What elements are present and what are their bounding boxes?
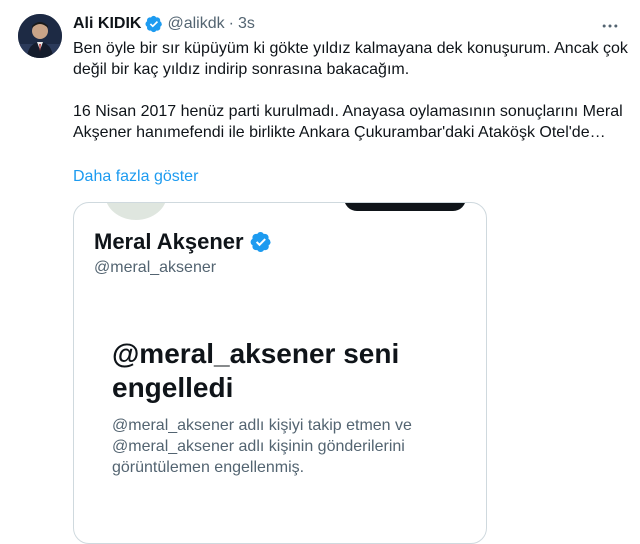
author-name[interactable]: Ali KIDIK	[73, 15, 141, 33]
separator-dot: ·	[228, 15, 234, 32]
tweet-timestamp[interactable]: 3s	[238, 15, 255, 33]
more-options-icon	[602, 24, 618, 28]
blocked-title: @meral_aksener seni engelledi	[112, 338, 400, 403]
tweet-text: Ben öyle bir sır küpüyüm ki gökte yıldız…	[73, 38, 628, 143]
author-avatar[interactable]	[18, 14, 62, 58]
profile-handle: @meral_aksener	[94, 259, 217, 276]
tweet-header: Ali KIDIK @alikdk · 3s	[73, 13, 255, 35]
profile-action-button	[344, 203, 466, 211]
author-avatar-image	[18, 14, 62, 58]
profile-avatar	[102, 203, 170, 223]
tweet-paragraph-2: 16 Nisan 2017 henüz parti kurulmadı. Ana…	[73, 103, 623, 141]
profile-name-row: Meral Akşener	[94, 229, 272, 255]
author-handle[interactable]: @alikdk	[167, 15, 224, 33]
more-options-button[interactable]	[598, 14, 622, 38]
profile-verified-badge-icon	[250, 231, 272, 253]
verified-badge-icon	[145, 15, 163, 33]
tweet-paragraph-1: Ben öyle bir sır küpüyüm ki gökte yıldız…	[73, 40, 628, 78]
quoted-image-card[interactable]: Meral Akşener @meral_aksener @meral_akse…	[73, 202, 487, 544]
show-more-link[interactable]: Daha fazla göster	[73, 168, 198, 186]
blocked-description: @meral_aksener adlı kişiyi takip etmen v…	[112, 417, 412, 476]
profile-name: Meral Akşener	[94, 229, 244, 254]
